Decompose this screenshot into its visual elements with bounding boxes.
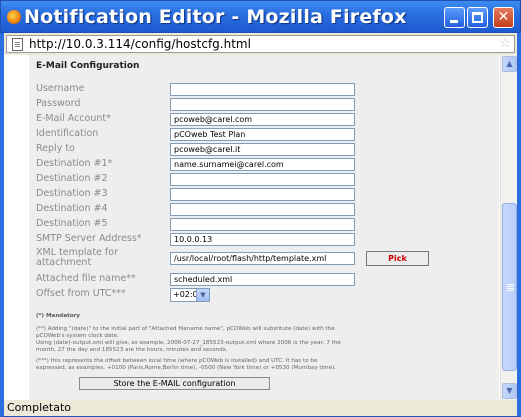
destination-4-input[interactable] (170, 203, 355, 216)
destination-1-label: Destination #1* (36, 158, 113, 169)
status-bar: Completato (0, 400, 521, 417)
destination-2-label: Destination #2 (36, 173, 108, 184)
attached-file-input[interactable]: scheduled.xml (170, 273, 355, 286)
offset-label: Offset from UTC*** (36, 288, 126, 299)
note-date-line1: (**) Adding "(date)" to the initial part… (36, 326, 335, 332)
destination-1-input[interactable]: name.surnamei@carel.com (170, 158, 355, 171)
section-title: E-Mail Configuration (36, 61, 140, 71)
identification-label: Identification (36, 128, 99, 139)
window-title: Notification Editor - Mozilla Firefox (24, 6, 407, 28)
note-date-line4: month, 27 the day and 185523 are the hou… (36, 347, 228, 353)
email-account-label: E-Mail Account* (36, 113, 111, 124)
smtp-server-label: SMTP Server Address* (36, 233, 142, 244)
destination-4-label: Destination #4 (36, 203, 108, 214)
minimize-button[interactable] (444, 7, 465, 28)
destination-2-input[interactable] (170, 173, 355, 186)
password-input[interactable] (170, 98, 355, 111)
address-bar: http://10.0.3.114/config/hostcfg.html ☆ (0, 33, 521, 55)
bookmark-star-icon[interactable]: ☆ (499, 36, 511, 51)
xml-template-label-line2: attachment (36, 257, 92, 268)
pick-button[interactable]: Pick (366, 251, 429, 266)
note-date-line2: pCOWeb's system clock date. (36, 333, 119, 339)
xml-template-label: XML template for attachment (36, 248, 118, 268)
url-field[interactable]: http://10.0.3.114/config/hostcfg.html ☆ (6, 35, 515, 53)
destination-5-input[interactable] (170, 218, 355, 231)
note-utc: (***) this represents the offset between… (36, 358, 476, 372)
identification-input[interactable]: pCOweb Test Plan (170, 128, 355, 141)
attached-file-label: Attached file name** (36, 273, 136, 284)
destination-5-label: Destination #5 (36, 218, 108, 229)
reply-to-input[interactable]: pcoweb@carel.it (170, 143, 355, 156)
xml-template-input[interactable]: /usr/local/root/flash/http/template.xml (170, 252, 355, 265)
close-icon: ✕ (497, 9, 510, 25)
chevron-down-icon: ▼ (196, 289, 209, 301)
note-mandatory-text: (*) Mandatory (36, 313, 81, 319)
minimize-icon (450, 20, 458, 23)
scroll-down-button[interactable]: ▼ (502, 383, 517, 399)
close-button[interactable]: ✕ (493, 7, 514, 28)
window-frame-right (517, 55, 521, 400)
note-utc-line2: expressed, as examples, +0100 (Paris,Rom… (36, 365, 337, 371)
offset-select[interactable]: +02:00 ▼ (170, 288, 210, 302)
email-account-input[interactable]: pcoweb@carel.com (170, 113, 355, 126)
note-date-line3: Using (date)-output.xml will give, as ex… (36, 340, 341, 346)
status-text: Completato (7, 401, 72, 414)
note-date: (**) Adding "(date)" to the initial part… (36, 326, 476, 354)
note-mandatory: (*) Mandatory (36, 313, 476, 320)
destination-3-input[interactable] (170, 188, 355, 201)
maximize-button[interactable] (467, 7, 488, 28)
title-bar: Notification Editor - Mozilla Firefox ✕ (0, 0, 521, 33)
destination-3-label: Destination #3 (36, 188, 108, 199)
username-label: Username (36, 83, 85, 94)
scroll-grip-icon (507, 284, 514, 285)
vertical-scrollbar[interactable]: ▲ ▼ (500, 55, 517, 400)
page-icon (12, 38, 23, 51)
email-config-panel: E-Mail Configuration Username Password E… (29, 55, 499, 400)
username-input[interactable] (170, 83, 355, 96)
scroll-up-button[interactable]: ▲ (502, 56, 517, 72)
firefox-logo-icon (7, 10, 21, 24)
smtp-server-input[interactable]: 10.0.0.13 (170, 233, 355, 246)
password-label: Password (36, 98, 81, 109)
url-text: http://10.0.3.114/config/hostcfg.html (29, 37, 251, 51)
note-utc-line1: (***) this represents the offset between… (36, 358, 318, 364)
store-email-config-button[interactable]: Store the E-MAIL configuration (79, 377, 270, 390)
page-content: E-Mail Configuration Username Password E… (4, 55, 500, 400)
reply-to-label: Reply to (36, 143, 75, 154)
maximize-icon (472, 12, 483, 23)
scroll-thumb[interactable] (502, 203, 517, 371)
